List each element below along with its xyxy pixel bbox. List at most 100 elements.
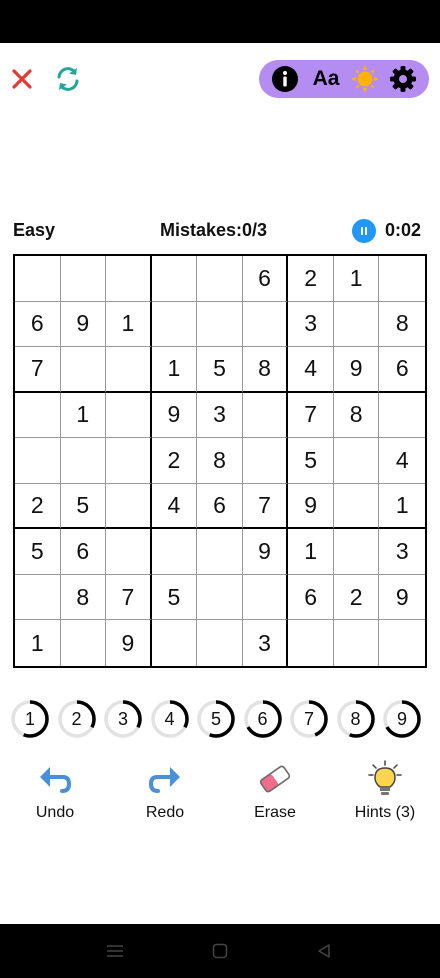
number-button-8[interactable]: 8 [336,699,376,739]
font-size-button[interactable]: Aa [306,60,346,98]
board-cell-r5c2[interactable] [60,438,107,484]
number-button-7[interactable]: 7 [289,699,329,739]
board-cell-r1c4[interactable] [151,256,198,302]
board-cell-r7c7[interactable]: 1 [288,529,334,575]
board-cell-r2c6[interactable] [242,301,289,348]
board-cell-r1c7[interactable]: 2 [288,256,334,302]
board-cell-r4c3[interactable] [106,392,152,439]
board-cell-r3c5[interactable]: 5 [197,347,243,393]
board-cell-r9c1[interactable]: 1 [15,620,61,666]
board-cell-r4c2[interactable]: 1 [60,392,107,439]
board-cell-r2c7[interactable]: 3 [288,301,334,348]
board-cell-r7c1[interactable]: 5 [15,529,61,575]
board-cell-r9c5[interactable] [197,620,243,666]
board-cell-r6c9[interactable]: 1 [379,484,425,530]
menu-nav-button[interactable] [85,924,145,978]
board-cell-r5c4[interactable]: 2 [151,438,198,484]
board-cell-r4c6[interactable] [242,392,289,439]
board-cell-r3c7[interactable]: 4 [288,347,334,393]
board-cell-r2c9[interactable]: 8 [379,302,425,348]
back-nav-button[interactable] [294,924,354,978]
board-cell-r2c5[interactable] [197,301,243,348]
number-button-5[interactable]: 5 [196,699,236,739]
board-cell-r1c2[interactable] [60,256,107,302]
board-cell-r6c3[interactable] [106,483,152,530]
board-cell-r7c2[interactable]: 6 [60,529,107,575]
board-cell-r5c8[interactable] [333,438,380,484]
board-cell-r5c6[interactable] [242,438,289,484]
board-cell-r3c6[interactable]: 8 [242,347,289,393]
board-cell-r5c7[interactable]: 5 [288,438,334,484]
number-button-1[interactable]: 1 [10,699,50,739]
board-cell-r2c3[interactable]: 1 [106,301,152,348]
board-cell-r8c3[interactable]: 7 [106,574,152,621]
restart-button[interactable] [50,63,86,95]
undo-button[interactable]: Undo [0,760,110,830]
number-button-3[interactable]: 3 [103,699,143,739]
board-cell-r9c8[interactable] [334,620,380,666]
number-button-2[interactable]: 2 [57,699,97,739]
board-cell-r2c2[interactable]: 9 [60,301,107,348]
board-cell-r1c3[interactable] [106,256,152,302]
board-cell-r6c8[interactable] [333,483,380,530]
board-cell-r4c7[interactable]: 7 [288,392,334,439]
board-cell-r4c5[interactable]: 3 [197,392,243,439]
board-cell-r3c4[interactable]: 1 [151,347,198,393]
erase-button[interactable]: Erase [220,760,330,830]
board-cell-r8c6[interactable] [242,574,289,621]
home-nav-button[interactable] [190,924,250,978]
board-cell-r8c5[interactable] [197,574,243,621]
board-cell-r9c3[interactable]: 9 [106,620,152,666]
board-cell-r8c4[interactable]: 5 [151,574,198,621]
board-cell-r5c9[interactable]: 4 [379,438,425,484]
board-cell-r7c4[interactable] [151,529,198,575]
board-cell-r1c1[interactable] [15,256,61,302]
board-cell-r1c6[interactable]: 6 [242,256,289,302]
board-cell-r1c8[interactable]: 1 [333,256,380,302]
board-cell-r7c3[interactable] [106,529,152,575]
board-cell-r7c5[interactable] [197,529,243,575]
board-cell-r6c5[interactable]: 6 [197,483,243,530]
board-cell-r7c8[interactable] [333,529,380,575]
board-cell-r1c9[interactable] [379,256,425,302]
board-cell-r2c1[interactable]: 6 [15,301,61,348]
close-button[interactable] [6,63,38,95]
board-cell-r3c8[interactable]: 9 [333,347,380,393]
settings-button[interactable] [385,60,421,98]
board-cell-r8c9[interactable]: 9 [379,575,425,621]
board-cell-r4c4[interactable]: 9 [151,392,198,439]
board-cell-r7c6[interactable]: 9 [242,529,289,575]
board-cell-r5c3[interactable] [106,438,152,484]
board-cell-r4c1[interactable] [15,392,61,439]
hints-button[interactable]: Hints (3) [330,760,440,830]
board-cell-r9c4[interactable] [152,620,198,666]
board-cell-r9c6[interactable]: 3 [243,620,289,666]
board-cell-r7c9[interactable]: 3 [379,529,425,575]
board-cell-r8c1[interactable] [15,574,61,621]
board-cell-r6c7[interactable]: 9 [288,483,334,530]
board-cell-r4c9[interactable] [379,393,425,439]
board-cell-r5c1[interactable] [15,438,61,484]
board-cell-r8c2[interactable]: 8 [60,574,107,621]
board-cell-r3c3[interactable] [106,347,152,393]
board-cell-r8c7[interactable]: 6 [288,574,334,621]
board-cell-r3c9[interactable]: 6 [379,347,425,393]
board-cell-r9c7[interactable] [288,620,334,666]
number-button-4[interactable]: 4 [150,699,190,739]
number-button-6[interactable]: 6 [243,699,283,739]
board-cell-r6c2[interactable]: 5 [60,483,107,530]
board-cell-r2c8[interactable] [333,301,380,348]
info-button[interactable] [267,60,303,98]
board-cell-r3c2[interactable] [60,347,107,393]
board-cell-r9c2[interactable] [61,620,107,666]
board-cell-r1c5[interactable] [197,256,243,302]
board-cell-r9c9[interactable] [379,620,425,666]
board-cell-r5c5[interactable]: 8 [197,438,243,484]
redo-button[interactable]: Redo [110,760,220,830]
board-cell-r4c8[interactable]: 8 [333,392,380,439]
board-cell-r6c6[interactable]: 7 [242,483,289,530]
number-button-9[interactable]: 9 [382,699,422,739]
board-cell-r3c1[interactable]: 7 [15,347,61,393]
board-cell-r8c8[interactable]: 2 [333,574,380,621]
pause-button[interactable] [352,219,376,243]
